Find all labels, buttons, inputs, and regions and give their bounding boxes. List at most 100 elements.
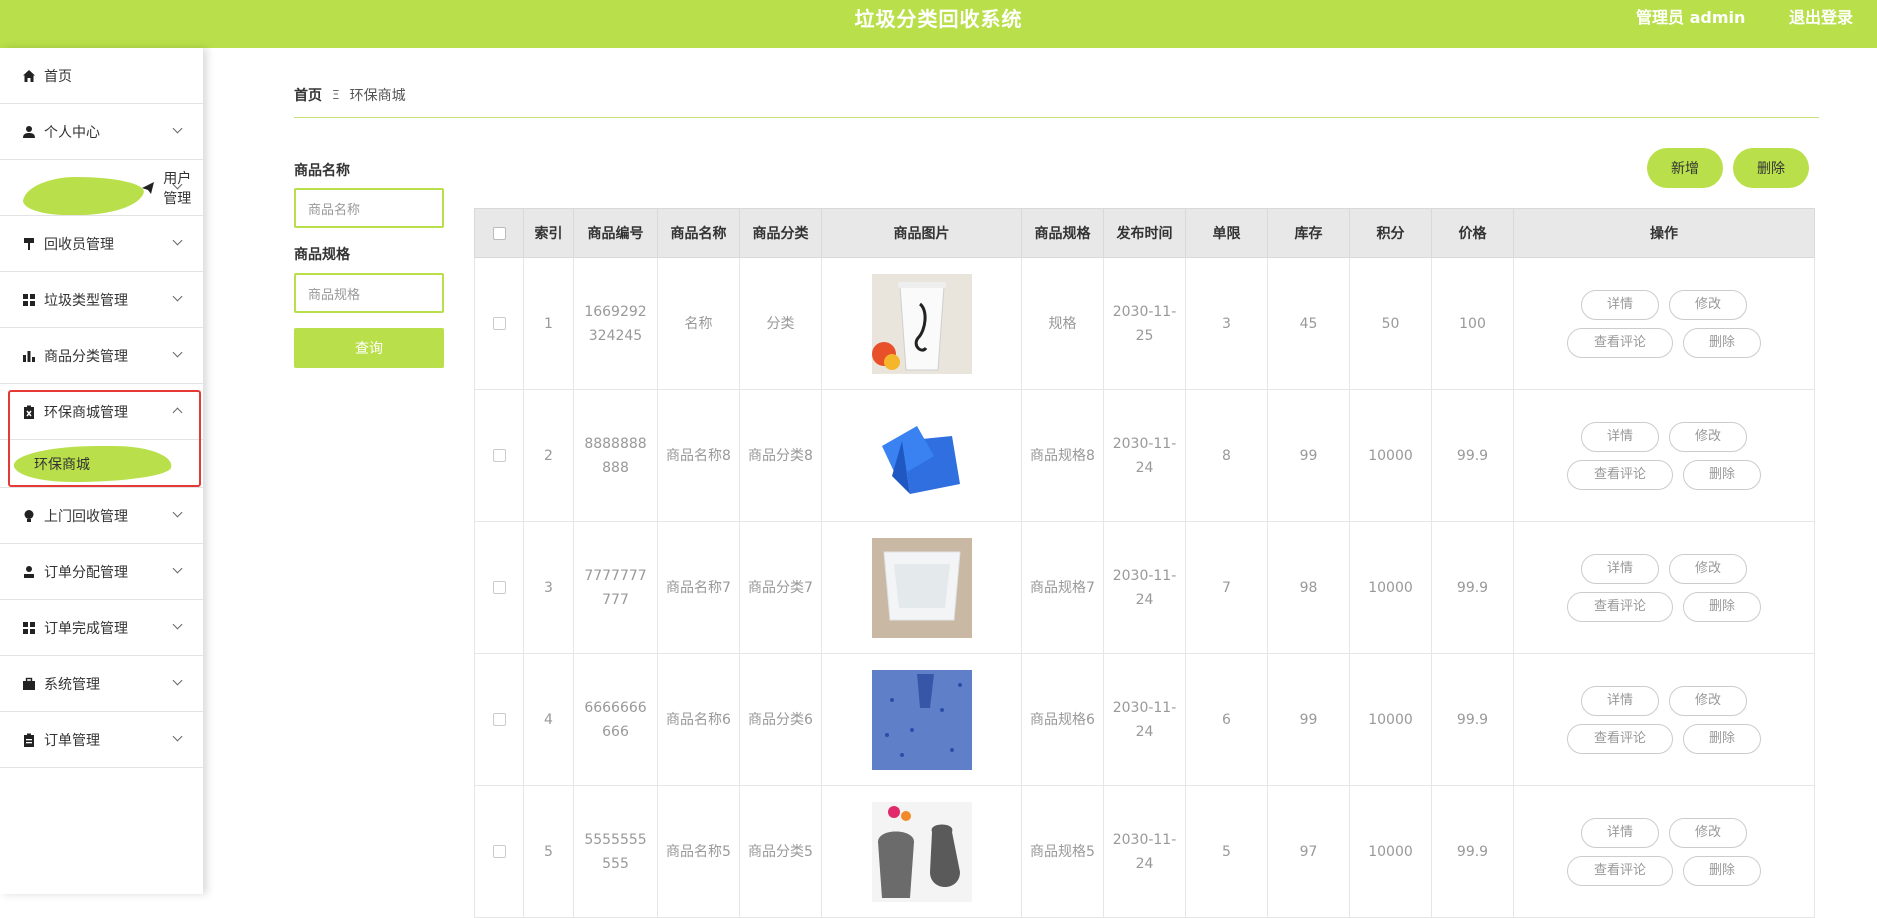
home-icon <box>22 69 36 83</box>
logout-button[interactable]: 退出登录 <box>1789 0 1853 36</box>
row-delete-button[interactable]: 删除 <box>1683 327 1761 358</box>
cell-stock: 45 <box>1267 257 1350 390</box>
column-header: 发布时间 <box>1103 208 1186 258</box>
sidebar-item-profile[interactable]: 个人中心 <box>0 104 203 160</box>
cell-time: 2030-11-24 <box>1103 389 1186 522</box>
add-button[interactable]: 新增 <box>1647 148 1723 188</box>
cell-spec: 商品规格6 <box>1021 653 1104 786</box>
sidebar-item-orders[interactable]: 订单管理 <box>0 712 203 768</box>
cell-points: 10000 <box>1349 785 1432 918</box>
cell-image <box>821 653 1022 786</box>
sidebar-item-waste-types[interactable]: 垃圾类型管理 <box>0 272 203 328</box>
table-row: 5 5555555555 商品名称5 商品分类5 商品规格5 2030-11-24 5 97 1… <box>474 785 1815 918</box>
detail-button[interactable]: 详情 <box>1581 289 1659 320</box>
column-header: 商品规格 <box>1021 208 1104 258</box>
cell-points: 10000 <box>1349 521 1432 654</box>
row-checkbox-cell[interactable] <box>474 257 524 390</box>
detail-button[interactable]: 详情 <box>1581 421 1659 452</box>
cell-code: 8888888888 <box>573 389 658 522</box>
query-button[interactable]: 查询 <box>294 328 444 368</box>
chevron-down-icon <box>172 619 183 630</box>
briefcase-icon <box>22 677 36 691</box>
cell-category: 商品分类7 <box>739 521 822 654</box>
row-checkbox[interactable] <box>492 713 506 726</box>
cell-category: 商品分类5 <box>739 785 822 918</box>
chevron-down-icon <box>172 347 183 358</box>
cell-points: 10000 <box>1349 653 1432 786</box>
row-delete-button[interactable]: 删除 <box>1683 459 1761 490</box>
sidebar-item-label: 商品分类管理 <box>44 348 128 365</box>
detail-button[interactable]: 详情 <box>1581 685 1659 716</box>
cell-name: 商品名称7 <box>657 521 740 654</box>
cell-code: 5555555555 <box>573 785 658 918</box>
edit-button[interactable]: 修改 <box>1669 817 1747 848</box>
detail-button[interactable]: 详情 <box>1581 553 1659 584</box>
sidebar-item-home[interactable]: 首页 <box>0 48 203 104</box>
user-label: 管理员 admin <box>1636 8 1746 27</box>
product-spec-label: 商品规格 <box>294 247 350 263</box>
view-comments-button[interactable]: 查看评论 <box>1567 855 1673 886</box>
edit-button[interactable]: 修改 <box>1669 289 1747 320</box>
breadcrumb-home[interactable]: 首页 <box>294 85 322 105</box>
column-header: 商品分类 <box>739 208 822 258</box>
view-comments-button[interactable]: 查看评论 <box>1567 459 1673 490</box>
view-comments-button[interactable]: 查看评论 <box>1567 591 1673 622</box>
sidebar-item-eco-mall[interactable]: 环保商城管理 <box>0 384 203 440</box>
cell-name: 名称 <box>657 257 740 390</box>
sidebar-item-system[interactable]: 系统管理 <box>0 656 203 712</box>
detail-button[interactable]: 详情 <box>1581 817 1659 848</box>
cell-spec: 商品规格7 <box>1021 521 1104 654</box>
cell-category: 商品分类6 <box>739 653 822 786</box>
row-delete-button[interactable]: 删除 <box>1683 723 1761 754</box>
chevron-down-icon <box>172 675 183 686</box>
cell-category: 商品分类8 <box>739 389 822 522</box>
row-checkbox[interactable] <box>492 845 506 858</box>
cell-time: 2030-11-24 <box>1103 653 1186 786</box>
table-row: 2 8888888888 商品名称8 商品分类8 商品规格8 2030-11-24 8 99 1… <box>474 389 1815 522</box>
cell-operations: 详情 修改查看评论 删除 <box>1513 257 1815 390</box>
row-checkbox[interactable] <box>492 449 506 462</box>
batch-delete-button[interactable]: 删除 <box>1733 148 1809 188</box>
row-checkbox-cell[interactable] <box>474 653 524 786</box>
sidebar-item-order-assign[interactable]: 订单分配管理 <box>0 544 203 600</box>
sidebar-subitem-eco-mall[interactable]: 环保商城 <box>0 440 203 488</box>
select-all-checkbox-cell[interactable] <box>474 208 524 258</box>
cell-stock: 97 <box>1267 785 1350 918</box>
cell-code: 7777777777 <box>573 521 658 654</box>
sidebar-item-recyclers[interactable]: 回收员管理 <box>0 216 203 272</box>
cell-limit: 8 <box>1185 389 1268 522</box>
blue-pellets-image <box>871 669 972 770</box>
sidebar-item-users[interactable]: 用户管理 <box>0 160 203 216</box>
cell-operations: 详情 修改查看评论 删除 <box>1513 653 1815 786</box>
cup-image <box>871 273 972 374</box>
row-checkbox-cell[interactable] <box>474 785 524 918</box>
edit-button[interactable]: 修改 <box>1669 421 1747 452</box>
cell-time: 2030-11-24 <box>1103 521 1186 654</box>
sidebar-item-product-categories[interactable]: 商品分类管理 <box>0 328 203 384</box>
row-checkbox[interactable] <box>492 581 506 594</box>
row-delete-button[interactable]: 删除 <box>1683 855 1761 886</box>
paper-plane-icon <box>141 181 155 195</box>
row-checkbox-cell[interactable] <box>474 521 524 654</box>
sidebar-item-order-complete[interactable]: 订单完成管理 <box>0 600 203 656</box>
view-comments-button[interactable]: 查看评论 <box>1567 327 1673 358</box>
sidebar-item-label: 用户管理 <box>163 170 192 207</box>
sidebar-item-label: 订单分配管理 <box>44 564 128 581</box>
sidebar-item-door-pickup[interactable]: 上门回收管理 <box>0 488 203 544</box>
column-header: 索引 <box>523 208 574 258</box>
row-delete-button[interactable]: 删除 <box>1683 591 1761 622</box>
view-comments-button[interactable]: 查看评论 <box>1567 723 1673 754</box>
cell-index: 1 <box>523 257 574 390</box>
chevron-down-icon <box>172 731 183 742</box>
edit-button[interactable]: 修改 <box>1669 685 1747 716</box>
cell-operations: 详情 修改查看评论 删除 <box>1513 785 1815 918</box>
product-spec-input[interactable]: 商品规格 <box>294 273 444 313</box>
product-name-input[interactable]: 商品名称 <box>294 188 444 228</box>
top-bar: 垃圾分类回收系统 管理员 admin 退出登录 <box>0 0 1877 48</box>
cell-time: 2030-11-25 <box>1103 257 1186 390</box>
edit-button[interactable]: 修改 <box>1669 553 1747 584</box>
row-checkbox-cell[interactable] <box>474 389 524 522</box>
sidebar-item-label: 系统管理 <box>44 676 100 693</box>
row-checkbox[interactable] <box>492 317 506 330</box>
select-all-checkbox[interactable] <box>492 226 506 240</box>
